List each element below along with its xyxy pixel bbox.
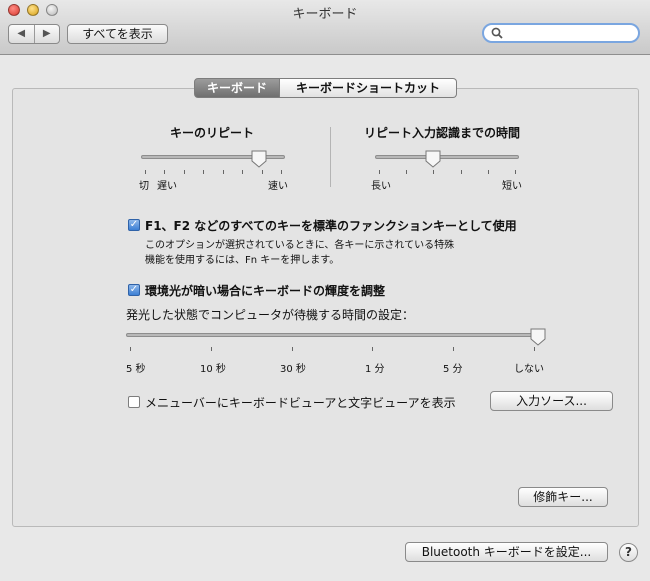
slider-tick-mark (222, 170, 224, 174)
backlight-tick-label: 5 分 (443, 364, 463, 375)
tab-bar: キーボード キーボードショートカット (194, 78, 457, 98)
delay-short-label: 短い (502, 181, 522, 192)
key-repeat-title: キーのリピート (170, 126, 255, 140)
help-button[interactable]: ? (619, 543, 638, 562)
slider-tick-mark (242, 170, 244, 174)
slider-tick-mark (515, 170, 516, 174)
tab-keyboard-shortcuts[interactable]: キーボードショートカット (280, 78, 457, 98)
slider-tick-mark (183, 170, 185, 174)
slider-tick-mark (372, 347, 374, 351)
slider-tick-mark (453, 347, 455, 351)
show-viewer-label[interactable]: メニューバーにキーボードビューアと文字ビューアを表示 (145, 394, 456, 411)
key-repeat-slow-label: 遅い (157, 181, 177, 192)
search-icon (491, 27, 503, 39)
key-repeat-fast-label: 速い (268, 181, 288, 192)
setup-bluetooth-keyboard-button[interactable]: Bluetooth キーボードを設定... (405, 542, 608, 562)
slider-tick-mark (130, 347, 131, 351)
backlight-tick-label: 1 分 (365, 364, 385, 375)
slider-tick-mark (164, 170, 166, 174)
backlight-label[interactable]: 環境光が暗い場合にキーボードの輝度を調整 (145, 282, 385, 299)
slider-tick-mark (261, 170, 263, 174)
delay-until-repeat-track (375, 155, 519, 159)
delay-until-repeat-title: リピート入力認識までの時間 (364, 126, 521, 140)
slider-tick-mark (406, 170, 408, 174)
backlight-idle-label: 発光した状態でコンピュータが待機する時間の設定： (126, 308, 415, 322)
backlight-tick-label: 5 秒 (126, 364, 146, 375)
backlight-tick-label: しない (514, 364, 544, 375)
delay-long-label: 長い (371, 181, 391, 192)
slider-tick-mark (210, 347, 212, 351)
fkeys-label[interactable]: F1、F2 などのすべてのキーを標準のファンクションキーとして使用 (145, 217, 517, 234)
slider-tick-mark (291, 347, 293, 351)
section-divider (330, 127, 331, 187)
key-repeat-slider-thumb[interactable] (251, 150, 267, 168)
preferences-window: キーボード ◀ ▶ すべてを表示 キーボード キーボードショートカット キーのリ… (0, 0, 650, 581)
slider-tick-mark (460, 170, 462, 174)
modifier-keys-button[interactable]: 修飾キー... (518, 487, 608, 507)
fkeys-description-line1: このオプションが選択されているときに、各キーに示されている特殊 (145, 240, 455, 251)
delay-until-repeat-slider-thumb[interactable] (425, 150, 441, 168)
slider-tick-mark (487, 170, 489, 174)
title-bar: キーボード ◀ ▶ すべてを表示 (0, 0, 650, 55)
tab-keyboard[interactable]: キーボード (194, 78, 280, 98)
slider-tick-mark (203, 170, 205, 174)
input-sources-button[interactable]: 入力ソース... (490, 391, 613, 411)
backlight-tick-label: 30 秒 (280, 364, 306, 375)
backlight-idle-slider-thumb[interactable] (530, 328, 546, 346)
backlight-tick-label: 10 秒 (200, 364, 226, 375)
slider-tick-mark (534, 347, 535, 351)
window-title: キーボード (292, 7, 358, 22)
slider-tick-mark (145, 170, 146, 174)
back-arrow-icon[interactable]: ◀ (9, 25, 34, 43)
key-repeat-off-label: 切 (139, 181, 149, 192)
backlight-checkbox[interactable]: ✓ (128, 284, 140, 296)
fkeys-checkbox[interactable]: ✓ (128, 219, 140, 231)
show-viewer-checkbox[interactable] (128, 396, 140, 408)
search-field[interactable] (482, 23, 640, 43)
backlight-idle-track (126, 333, 538, 337)
slider-tick-mark (281, 170, 282, 174)
fkeys-description-line2: 機能を使用するには、Fn キーを押します。 (145, 255, 340, 266)
show-all-button[interactable]: すべてを表示 (67, 24, 168, 44)
back-forward-control: ◀ ▶ (8, 24, 60, 44)
forward-arrow-icon[interactable]: ▶ (33, 25, 60, 43)
slider-tick-mark (379, 170, 380, 174)
slider-tick-mark (433, 170, 435, 174)
